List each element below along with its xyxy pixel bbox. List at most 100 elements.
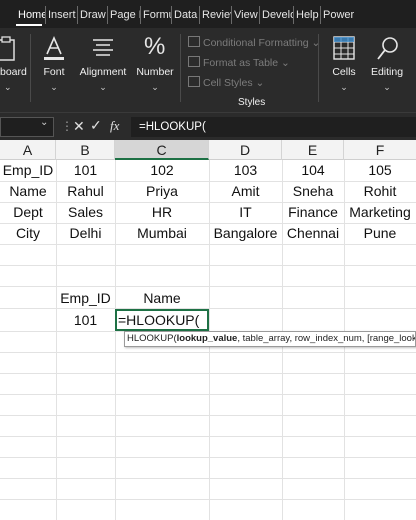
conditional-formatting-icon	[188, 36, 200, 47]
chevron-down-icon: ⌄	[151, 82, 159, 92]
cell-e1[interactable]: 104	[282, 160, 344, 181]
active-tab-indicator	[16, 24, 42, 26]
cells-icon	[333, 36, 355, 60]
chevron-down-icon: ⌄	[50, 82, 58, 92]
chevron-down-icon: ⌄	[252, 77, 265, 89]
font-group[interactable]: Font ⌄	[34, 32, 74, 110]
gridline	[0, 244, 416, 245]
percent-icon: %	[144, 33, 166, 60]
format-as-table-button[interactable]: Format as Table ⌄	[188, 56, 290, 72]
chevron-down-icon: ⌄	[4, 82, 12, 92]
cell-lookup-id-value[interactable]: 101	[56, 310, 115, 331]
table-icon	[188, 56, 200, 67]
cell-f1[interactable]: 105	[344, 160, 416, 181]
cell-f3[interactable]: Marketing	[344, 202, 416, 223]
cell-styles-label: Cell Styles	[203, 77, 253, 89]
cell-d4[interactable]: Bangalore	[209, 223, 282, 244]
divider	[180, 34, 181, 102]
tab-help[interactable]: Help	[293, 6, 320, 24]
column-header-c[interactable]: C	[115, 140, 209, 160]
cell-f4[interactable]: Pune	[344, 223, 416, 244]
cell-e4[interactable]: Chennai	[282, 223, 344, 244]
cell-a2[interactable]: Name	[0, 181, 56, 202]
cells-label: Cells	[332, 66, 356, 78]
cell-e3[interactable]: Finance	[282, 202, 344, 223]
search-icon	[377, 37, 398, 60]
cell-b3[interactable]: Sales	[56, 202, 115, 223]
more-options-icon[interactable]: ⋮	[61, 119, 73, 133]
paste-icon	[0, 36, 15, 61]
column-header-d[interactable]: D	[209, 140, 282, 160]
font-label: Font	[43, 66, 65, 78]
insert-function-icon[interactable]: fx	[110, 118, 119, 134]
number-group[interactable]: % Number ⌄	[134, 32, 176, 110]
gridline	[0, 352, 416, 353]
worksheet-grid[interactable]: Emp_ID 101 102 103 104 105 Name Rahul Pr…	[0, 160, 416, 520]
cell-c4[interactable]: Mumbai	[115, 223, 209, 244]
tab-power[interactable]: Power	[320, 6, 360, 24]
cell-c3[interactable]: HR	[115, 202, 209, 223]
cell-d3[interactable]: IT	[209, 202, 282, 223]
tab-developer[interactable]: Develo	[259, 6, 293, 24]
tab-insert[interactable]: Insert	[45, 6, 77, 24]
tooltip-function-name[interactable]: HLOOKUP(	[127, 333, 177, 344]
chevron-down-icon[interactable]: ⌄	[40, 117, 48, 128]
divider	[318, 34, 319, 102]
formula-input[interactable]: =HLOOKUP(	[131, 117, 416, 137]
cell-d2[interactable]: Amit	[209, 181, 282, 202]
column-header-e[interactable]: E	[282, 140, 344, 160]
cancel-icon[interactable]: ✕	[73, 118, 85, 135]
cell-styles-button[interactable]: Cell Styles ⌄	[188, 76, 264, 92]
number-label: Number	[136, 66, 174, 78]
cell-e2[interactable]: Sneha	[282, 181, 344, 202]
cell-b2[interactable]: Rahul	[56, 181, 115, 202]
cell-a1[interactable]: Emp_ID	[0, 160, 56, 181]
cell-b1[interactable]: 101	[56, 160, 115, 181]
format-as-table-label: Format as Table	[203, 57, 279, 69]
enter-check-icon[interactable]: ✓	[90, 117, 102, 134]
column-header-f[interactable]: F	[344, 140, 416, 160]
cell-lookup-name-header[interactable]: Name	[115, 288, 209, 309]
cell-lookup-id-header[interactable]: Emp_ID	[56, 288, 115, 309]
gridline	[0, 415, 416, 416]
clipboard-label: board	[0, 66, 27, 78]
cell-c1[interactable]: 102	[115, 160, 209, 181]
align-icon	[93, 39, 113, 56]
cell-a3[interactable]: Dept	[0, 202, 56, 223]
chevron-down-icon: ⌄	[383, 82, 391, 92]
cell-d1[interactable]: 103	[209, 160, 282, 181]
function-syntax-tooltip[interactable]: HLOOKUP(lookup_value, table_array, row_i…	[124, 331, 416, 347]
tab-view[interactable]: View	[231, 6, 259, 24]
tab-page-layout[interactable]: Page L	[107, 6, 140, 24]
chevron-down-icon: ⌄	[278, 57, 290, 69]
alignment-label: Alignment	[79, 66, 127, 78]
gridline	[0, 436, 416, 437]
cell-b4[interactable]: Delhi	[56, 223, 115, 244]
column-header-b[interactable]: B	[56, 140, 115, 160]
clipboard-group[interactable]: board ⌄	[0, 32, 28, 110]
tooltip-current-argument[interactable]: lookup_value	[177, 333, 238, 344]
tab-formulas[interactable]: Formu	[140, 6, 171, 24]
tooltip-remaining-arguments: , table_array, row_index_num, [range_loo…	[237, 333, 416, 344]
gridline	[0, 457, 416, 458]
alignment-group[interactable]: Alignment ⌄	[78, 32, 128, 110]
tab-draw[interactable]: Draw	[77, 6, 107, 24]
gridline	[0, 286, 416, 287]
cells-group[interactable]: Cells ⌄	[326, 32, 362, 110]
gridline	[0, 499, 416, 500]
active-cell-editor[interactable]: =HLOOKUP(	[115, 309, 209, 331]
conditional-formatting-button[interactable]: Conditional Formatting ⌄	[188, 36, 320, 52]
gridline	[0, 373, 416, 374]
cell-a4[interactable]: City	[0, 223, 56, 244]
ribbon-tab-bar: Home Insert Draw Page L Formu Data Revie…	[0, 0, 416, 28]
conditional-formatting-label: Conditional Formatting	[203, 37, 309, 49]
editing-group[interactable]: Editing ⌄	[366, 32, 408, 110]
cell-c2[interactable]: Priya	[115, 181, 209, 202]
column-header-a[interactable]: A	[0, 140, 56, 160]
tab-data[interactable]: Data	[171, 6, 199, 24]
tab-review[interactable]: Reviev	[199, 6, 231, 24]
cell-f2[interactable]: Rohit	[344, 181, 416, 202]
font-color-icon	[44, 36, 64, 60]
cell-styles-icon	[188, 76, 200, 87]
tab-home[interactable]: Home	[16, 6, 45, 24]
